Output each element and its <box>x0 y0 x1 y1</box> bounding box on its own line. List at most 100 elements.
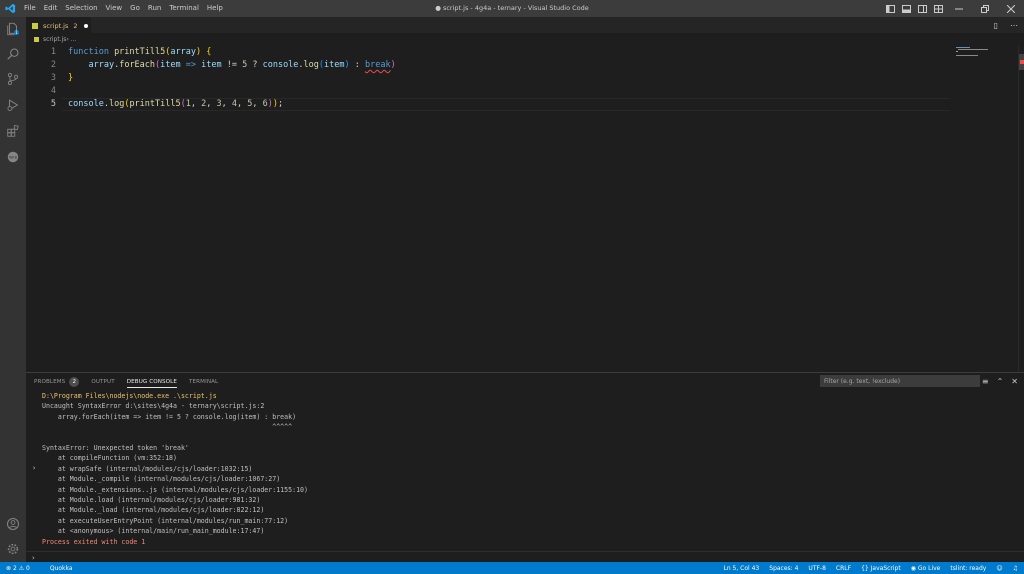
extensions-icon[interactable] <box>0 119 26 143</box>
editor-actions: ▯ ⋯ <box>982 17 1018 33</box>
feedback-icon[interactable]: ☺ <box>996 565 1002 572</box>
code-token: , <box>252 99 263 109</box>
restore-button[interactable] <box>972 0 998 17</box>
search-icon[interactable] <box>0 42 26 66</box>
console-line: at Module._extensions..js (internal/modu… <box>42 485 308 494</box>
code-token: ? <box>247 60 263 70</box>
tab-terminal-label: TERMINAL <box>189 378 219 385</box>
language-label: JavaScript <box>870 564 901 572</box>
problems-status[interactable]: ⊗ 2 ⚠ 0 <box>6 565 30 572</box>
code-line[interactable]: console.log(printTill5(1, 2, 3, 4, 5, 6)… <box>68 98 283 111</box>
tab-debug-console[interactable]: DEBUG CONSOLE <box>126 373 178 390</box>
code-token: , <box>221 99 232 109</box>
code-token: != <box>221 60 243 70</box>
problems-count-badge: 2 <box>69 376 80 387</box>
code-token: , <box>237 99 248 109</box>
account-icon[interactable] <box>0 512 26 536</box>
filter-input[interactable] <box>820 375 980 387</box>
go-live-button[interactable]: ◉ Go Live <box>911 565 941 572</box>
code-token: printTill5 <box>114 47 166 57</box>
settings-gear-icon[interactable] <box>0 537 26 561</box>
code-line[interactable]: array.forEach(item => item != 5 ? consol… <box>68 59 395 72</box>
code-token: log <box>108 99 125 109</box>
language-mode[interactable]: {} JavaScript <box>861 565 901 572</box>
vscode-logo-icon <box>0 0 20 17</box>
console-line: D:\Program Files\nodejs\node.exe .\scrip… <box>42 392 217 400</box>
menu-item-edit[interactable]: Edit <box>40 0 62 17</box>
run-debug-icon[interactable] <box>0 93 26 117</box>
encoding[interactable]: UTF-8 <box>808 565 826 572</box>
warning-count: 0 <box>26 564 30 572</box>
console-line: at <anonymous> (internal/main/run_main_m… <box>42 527 265 536</box>
console-line: Uncaught SyntaxError d:\sites\4g4a - ter… <box>42 402 265 411</box>
code-editor[interactable]: 1 2 3 4 5 function printTill5(array) { array… <box>26 46 950 372</box>
menu-item-selection[interactable]: Selection <box>61 0 101 17</box>
code-token: , <box>206 99 217 109</box>
code-token: ; <box>278 99 284 109</box>
activity-bar: 1 WEB <box>0 17 26 562</box>
close-window-button[interactable] <box>998 0 1024 17</box>
tab-script-js[interactable]: script.js 2 <box>26 17 91 33</box>
code-token: , <box>190 99 202 109</box>
code-token: { <box>206 47 212 57</box>
maximize-panel-icon[interactable]: ⌃ <box>997 377 1004 386</box>
expand-chevron-icon[interactable]: › <box>32 464 36 472</box>
clear-console-icon[interactable]: ≡ <box>982 377 989 386</box>
code-token: array <box>88 60 115 70</box>
minimize-button[interactable] <box>946 0 972 17</box>
window-controls <box>882 0 1024 17</box>
line-number: 3 <box>50 73 56 83</box>
tab-output-label: OUTPUT <box>91 378 115 385</box>
console-line: at compileFunction (vm:352:18) <box>42 454 177 463</box>
tab-problems-label: PROBLEMS <box>34 378 66 385</box>
code-token: item <box>201 60 222 70</box>
code-token: printTill5 <box>129 99 181 109</box>
tab-problems[interactable]: PROBLEMS 2 <box>34 373 80 390</box>
code-token: : <box>349 60 365 70</box>
explorer-icon[interactable]: 1 <box>0 17 26 41</box>
menu-item-terminal[interactable]: Terminal <box>165 0 203 17</box>
menu-item-file[interactable]: File <box>20 0 40 17</box>
javascript-file-icon <box>32 22 38 29</box>
source-control-icon[interactable] <box>0 67 26 91</box>
bottom-panel: PROBLEMS 2 OUTPUT DEBUG CONSOLE TERMINAL… <box>26 372 1024 562</box>
close-panel-icon[interactable]: ✕ <box>1011 377 1018 386</box>
more-actions-icon[interactable]: ⋯ <box>1010 21 1018 30</box>
menu-item-view[interactable]: View <box>102 0 127 17</box>
title-bar: File Edit Selection View Go Run Terminal Help ●… <box>0 0 1024 17</box>
split-editor-icon[interactable]: ▯ <box>994 21 998 30</box>
cursor-position[interactable]: Ln 5, Col 43 <box>724 565 760 572</box>
breadcrumb-file[interactable]: script.js <box>43 36 66 43</box>
console-line: array.forEach(item => item != 5 ? consol… <box>42 412 297 421</box>
code-line[interactable]: function printTill5(array) { <box>68 46 211 59</box>
tslint-status[interactable]: tslint: ready <box>950 565 986 572</box>
quokka-status[interactable]: Quokka <box>50 565 73 572</box>
minimap[interactable] <box>954 46 1016 372</box>
console-line: at Module.load (internal/modules/cjs/loa… <box>42 496 261 504</box>
customize-layout-icon[interactable] <box>933 4 943 14</box>
menu-item-help[interactable]: Help <box>203 0 227 17</box>
menu-item-go[interactable]: Go <box>126 0 144 17</box>
error-count: 2 <box>12 564 17 572</box>
breadcrumb-separator[interactable]: › ... <box>66 36 76 43</box>
code-token: array <box>170 47 196 57</box>
tab-output[interactable]: OUTPUT <box>91 373 114 390</box>
editor-scrollbar[interactable] <box>1018 46 1024 372</box>
toggle-sidebar-icon[interactable] <box>885 4 895 14</box>
indentation[interactable]: Spaces: 4 <box>769 565 798 572</box>
notifications-bell-icon[interactable]: ♫ <box>1013 565 1018 572</box>
console-line: Process exited with code 1 <box>42 537 146 546</box>
menu-item-run[interactable]: Run <box>144 0 165 17</box>
tab-label: script.js <box>43 21 69 30</box>
end-of-line[interactable]: CRLF <box>836 565 851 572</box>
toggle-panel-icon[interactable] <box>901 4 911 14</box>
line-number: 2 <box>50 60 56 70</box>
tab-terminal[interactable]: TERMINAL <box>189 373 218 390</box>
unsaved-dot-icon[interactable] <box>83 23 88 28</box>
panel-tabs: PROBLEMS 2 OUTPUT DEBUG CONSOLE TERMINAL <box>34 373 230 390</box>
javascript-file-icon <box>34 37 39 42</box>
live-share-icon[interactable]: WEB <box>0 145 26 169</box>
code-line[interactable]: } <box>68 72 73 85</box>
toggle-secondary-sidebar-icon[interactable] <box>917 4 927 14</box>
